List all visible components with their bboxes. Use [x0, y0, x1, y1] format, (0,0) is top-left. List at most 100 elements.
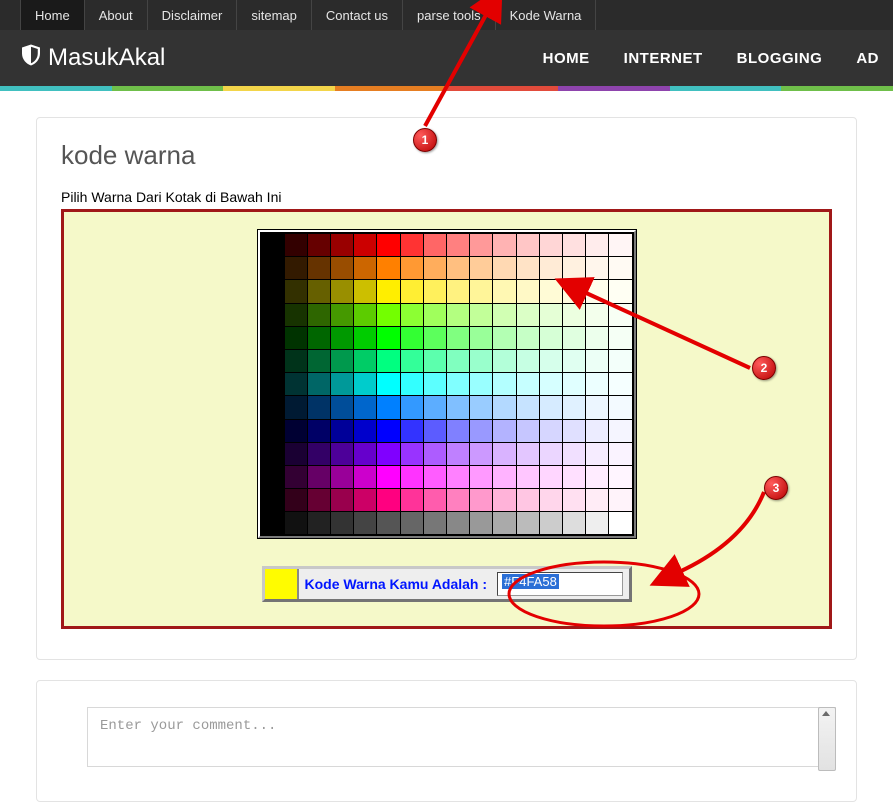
color-cell[interactable]	[447, 327, 469, 349]
color-cell[interactable]	[470, 304, 492, 326]
color-cell[interactable]	[331, 234, 353, 256]
color-cell[interactable]	[540, 257, 562, 279]
color-cell[interactable]	[517, 350, 539, 372]
color-cell[interactable]	[563, 350, 585, 372]
topnav-kodewarna[interactable]: Kode Warna	[496, 0, 597, 30]
color-cell[interactable]	[586, 304, 608, 326]
color-cell[interactable]	[285, 466, 307, 488]
color-cell[interactable]	[563, 257, 585, 279]
color-cell[interactable]	[401, 512, 423, 534]
color-cell[interactable]	[401, 280, 423, 302]
color-cell[interactable]	[447, 350, 469, 372]
scrollbar[interactable]	[818, 707, 836, 771]
color-cell[interactable]	[540, 327, 562, 349]
color-cell[interactable]	[470, 489, 492, 511]
color-cell[interactable]	[493, 512, 515, 534]
color-cell[interactable]	[493, 420, 515, 442]
color-cell[interactable]	[517, 373, 539, 395]
color-cell[interactable]	[308, 420, 330, 442]
color-cell[interactable]	[354, 512, 376, 534]
color-cell[interactable]	[586, 396, 608, 418]
topnav-sitemap[interactable]: sitemap	[237, 0, 312, 30]
color-cell[interactable]	[377, 489, 399, 511]
color-cell[interactable]	[285, 304, 307, 326]
color-cell[interactable]	[609, 304, 631, 326]
color-cell[interactable]	[470, 420, 492, 442]
color-cell[interactable]	[424, 327, 446, 349]
color-cell[interactable]	[377, 396, 399, 418]
color-cell[interactable]	[331, 280, 353, 302]
color-cell[interactable]	[586, 257, 608, 279]
color-cell[interactable]	[262, 350, 284, 372]
color-cell[interactable]	[424, 234, 446, 256]
color-cell[interactable]	[354, 304, 376, 326]
color-cell[interactable]	[470, 350, 492, 372]
color-cell[interactable]	[424, 443, 446, 465]
color-cell[interactable]	[540, 350, 562, 372]
color-cell[interactable]	[609, 234, 631, 256]
color-cell[interactable]	[586, 512, 608, 534]
color-cell[interactable]	[308, 443, 330, 465]
color-cell[interactable]	[609, 350, 631, 372]
color-cell[interactable]	[447, 512, 469, 534]
color-cell[interactable]	[377, 443, 399, 465]
color-cell[interactable]	[517, 257, 539, 279]
color-cell[interactable]	[563, 420, 585, 442]
color-cell[interactable]	[354, 280, 376, 302]
color-cell[interactable]	[540, 443, 562, 465]
color-cell[interactable]	[377, 280, 399, 302]
color-cell[interactable]	[262, 512, 284, 534]
color-cell[interactable]	[517, 420, 539, 442]
color-cell[interactable]	[354, 396, 376, 418]
color-cell[interactable]	[262, 373, 284, 395]
color-cell[interactable]	[285, 489, 307, 511]
color-cell[interactable]	[517, 304, 539, 326]
color-cell[interactable]	[285, 327, 307, 349]
color-cell[interactable]	[377, 304, 399, 326]
color-cell[interactable]	[586, 489, 608, 511]
color-cell[interactable]	[493, 466, 515, 488]
color-code-input[interactable]: #F4FA58	[497, 572, 623, 596]
color-cell[interactable]	[401, 443, 423, 465]
color-cell[interactable]	[308, 396, 330, 418]
color-cell[interactable]	[540, 234, 562, 256]
color-cell[interactable]	[354, 489, 376, 511]
color-cell[interactable]	[354, 327, 376, 349]
topnav-contact[interactable]: Contact us	[312, 0, 403, 30]
color-cell[interactable]	[447, 304, 469, 326]
color-cell[interactable]	[424, 466, 446, 488]
color-cell[interactable]	[354, 466, 376, 488]
color-cell[interactable]	[609, 489, 631, 511]
color-cell[interactable]	[331, 466, 353, 488]
brand[interactable]: MasukAkal	[22, 44, 165, 73]
color-cell[interactable]	[609, 420, 631, 442]
color-cell[interactable]	[262, 466, 284, 488]
color-cell[interactable]	[563, 373, 585, 395]
nav-internet[interactable]: INTERNET	[624, 50, 703, 67]
color-cell[interactable]	[331, 512, 353, 534]
color-cell[interactable]	[354, 350, 376, 372]
color-cell[interactable]	[354, 420, 376, 442]
color-cell[interactable]	[262, 280, 284, 302]
color-cell[interactable]	[424, 373, 446, 395]
color-cell[interactable]	[447, 443, 469, 465]
color-cell[interactable]	[447, 420, 469, 442]
color-cell[interactable]	[586, 443, 608, 465]
comment-input[interactable]: Enter your comment...	[87, 707, 836, 767]
color-cell[interactable]	[493, 234, 515, 256]
color-cell[interactable]	[540, 512, 562, 534]
color-cell[interactable]	[424, 489, 446, 511]
color-cell[interactable]	[308, 489, 330, 511]
color-cell[interactable]	[470, 466, 492, 488]
color-cell[interactable]	[609, 280, 631, 302]
color-cell[interactable]	[447, 396, 469, 418]
color-cell[interactable]	[262, 396, 284, 418]
topnav-about[interactable]: About	[85, 0, 148, 30]
color-cell[interactable]	[377, 350, 399, 372]
color-cell[interactable]	[262, 420, 284, 442]
color-cell[interactable]	[493, 350, 515, 372]
color-cell[interactable]	[424, 512, 446, 534]
color-cell[interactable]	[563, 396, 585, 418]
color-cell[interactable]	[447, 373, 469, 395]
topnav-home[interactable]: Home	[20, 0, 85, 30]
